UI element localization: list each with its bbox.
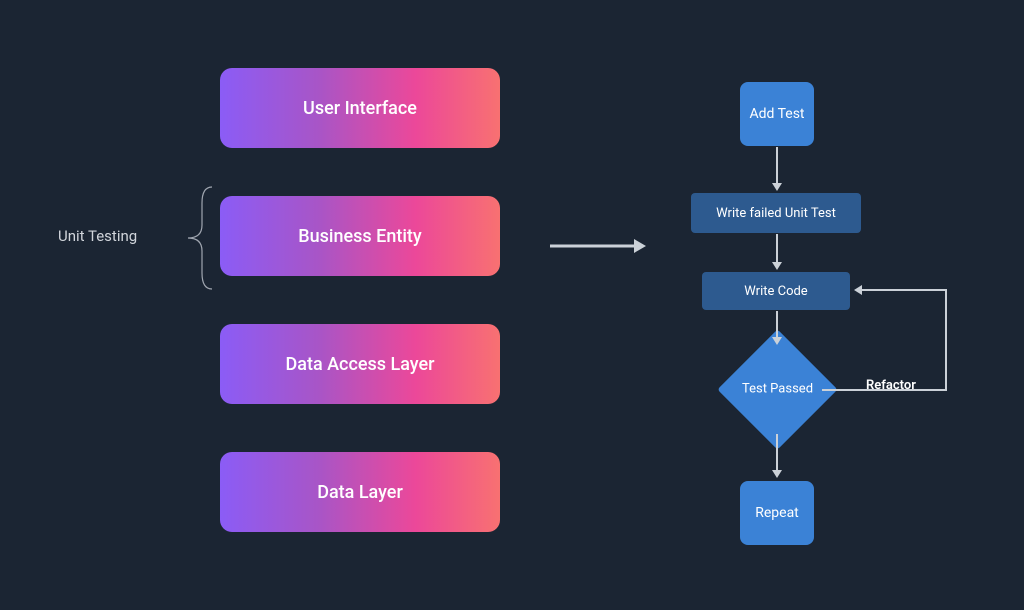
flow-label: Repeat — [755, 505, 799, 521]
layer-data: Data Layer — [220, 452, 500, 532]
flow-add-test: Add Test — [740, 82, 814, 146]
flow-write-code: Write Code — [702, 272, 850, 310]
flow-write-failed: Write failed Unit Test — [691, 193, 861, 233]
arrow-right-icon — [550, 236, 646, 256]
flow-test-passed: Test Passed — [735, 347, 820, 432]
layer-label: User Interface — [303, 98, 417, 119]
layer-data-access: Data Access Layer — [220, 324, 500, 404]
arrow-down-icon — [769, 147, 785, 193]
brace-icon — [182, 185, 218, 291]
refactor-label: Refactor — [866, 378, 916, 393]
flow-label: Write failed Unit Test — [716, 206, 836, 221]
arrow-down-icon — [769, 234, 785, 272]
flow-label: Add Test — [749, 106, 804, 122]
layer-label: Data Layer — [317, 482, 403, 503]
layer-business-entity: Business Entity — [220, 196, 500, 276]
flow-repeat: Repeat — [740, 481, 814, 545]
layer-label: Business Entity — [298, 226, 421, 247]
layer-user-interface: User Interface — [220, 68, 500, 148]
unit-testing-label: Unit Testing — [58, 227, 137, 245]
layer-label: Data Access Layer — [286, 354, 435, 375]
flow-label: Write Code — [744, 284, 807, 299]
flow-label: Test Passed — [733, 381, 823, 398]
